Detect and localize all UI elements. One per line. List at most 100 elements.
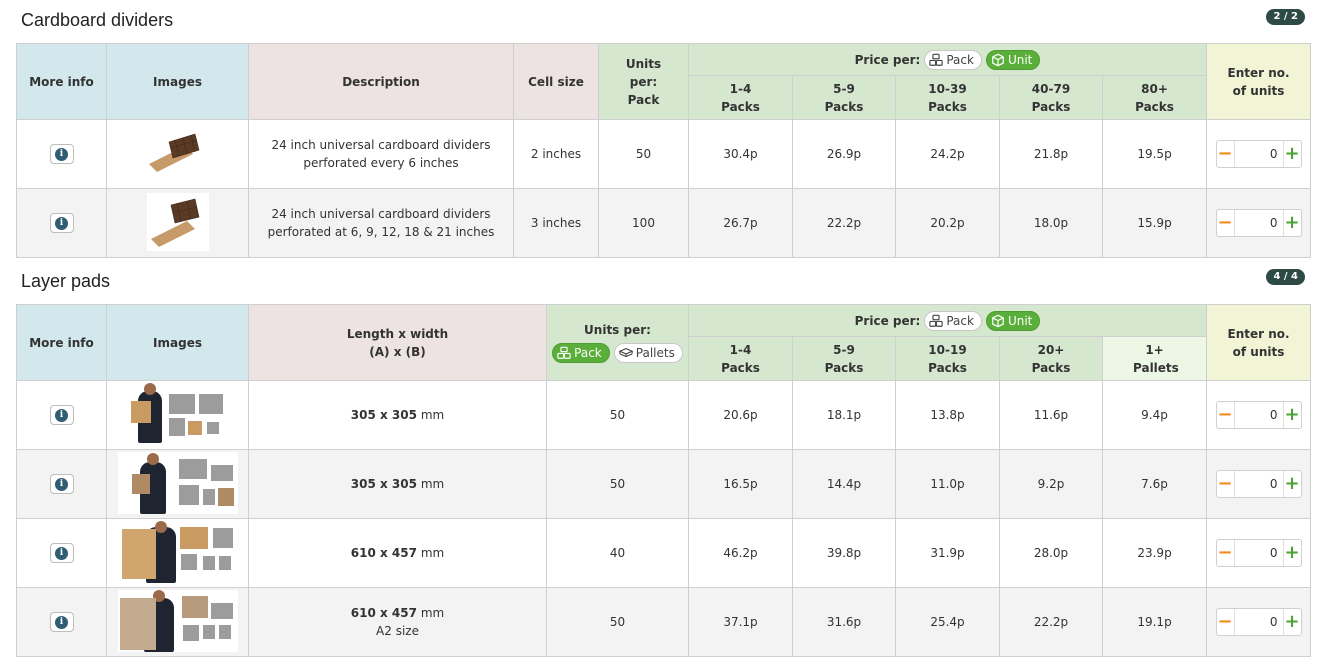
quantity-input[interactable] xyxy=(1234,609,1283,635)
image-cell xyxy=(106,188,249,258)
tier-header: 1+ Pallets xyxy=(1101,336,1208,381)
units-per: 40 xyxy=(546,518,689,588)
plus-icon[interactable]: + xyxy=(1282,540,1301,566)
quantity-input[interactable] xyxy=(1234,141,1283,167)
col-enter-units: Enter no. of units xyxy=(1206,304,1312,381)
description-cell: 24 inch universal cardboard dividers per… xyxy=(248,188,514,258)
table-row: i 24 inch universal cardboard dividers p… xyxy=(16,188,1312,258)
quantity-cell: − + xyxy=(1206,119,1312,189)
table-row: i 305 x 305 mm 50 16.5p 14.4p 11.0p 9.2p xyxy=(16,449,1312,519)
more-info-button[interactable]: i xyxy=(49,474,74,494)
minus-icon[interactable]: − xyxy=(1217,540,1235,566)
minus-icon[interactable]: − xyxy=(1217,210,1235,236)
price-cell: 25.4p xyxy=(895,587,1000,657)
image-cell xyxy=(106,518,249,588)
product-image xyxy=(117,382,238,445)
more-info-cell: i xyxy=(16,587,107,657)
cell-size: 3 inches xyxy=(513,188,599,258)
more-info-button[interactable]: i xyxy=(49,144,74,164)
quantity-cell: − + xyxy=(1206,380,1312,450)
dimensions-cell: 305 x 305 mm xyxy=(248,380,547,450)
price-cell: 14.4p xyxy=(792,449,896,519)
quantity-stepper: − + xyxy=(1215,401,1302,429)
price-cell: 15.9p xyxy=(1101,188,1208,258)
quantity-cell: − + xyxy=(1206,449,1312,519)
minus-icon[interactable]: − xyxy=(1217,402,1235,428)
pallet-icon xyxy=(618,347,633,357)
quantity-input[interactable] xyxy=(1234,210,1283,236)
price-per-label: Price per: xyxy=(854,313,921,328)
section-layer-pads: Layer pads 4 / 4 More info Images Length… xyxy=(0,260,1327,671)
more-info-button[interactable]: i xyxy=(49,543,74,563)
toggle-pack[interactable]: Pack xyxy=(924,49,982,70)
price-cell: 7.6p xyxy=(1101,449,1208,519)
minus-icon[interactable]: − xyxy=(1217,471,1235,497)
dimensions-cell: 610 x 457 mm xyxy=(248,518,547,588)
toggle-unit[interactable]: Unit xyxy=(985,49,1041,70)
quantity-input[interactable] xyxy=(1234,471,1283,497)
info-icon: i xyxy=(55,408,68,422)
quantity-stepper: − + xyxy=(1215,209,1302,237)
price-cell: 46.2p xyxy=(688,518,793,588)
col-images: Images xyxy=(106,304,249,381)
minus-icon[interactable]: − xyxy=(1217,141,1235,167)
quantity-stepper: − + xyxy=(1215,470,1302,498)
toggle-units-pallets[interactable]: Pallets xyxy=(613,342,683,363)
boxes-stack-icon xyxy=(929,53,944,66)
col-units-per: Units per: Pack Pallets xyxy=(546,304,689,381)
units-per-pack: 100 xyxy=(598,188,689,258)
toggle-unit[interactable]: Unit xyxy=(985,310,1041,331)
price-cell: 23.9p xyxy=(1101,518,1208,588)
price-cell: 31.9p xyxy=(895,518,1000,588)
quantity-cell: − + xyxy=(1206,188,1312,258)
tier-header: 5-9 Packs xyxy=(792,75,896,120)
toggle-pack[interactable]: Pack xyxy=(924,310,982,331)
single-box-icon xyxy=(992,53,1004,66)
more-info-button[interactable]: i xyxy=(49,612,74,632)
plus-icon[interactable]: + xyxy=(1282,210,1301,236)
price-cell: 30.4p xyxy=(688,119,793,189)
section-cardboard-dividers: Cardboard dividers 2 / 2 More info Image… xyxy=(0,0,1327,260)
more-info-button[interactable]: i xyxy=(49,213,74,233)
minus-icon[interactable]: − xyxy=(1217,609,1235,635)
price-cell: 20.6p xyxy=(688,380,793,450)
info-icon: i xyxy=(55,477,68,491)
tier-header: 20+ Packs xyxy=(999,336,1103,381)
info-icon: i xyxy=(55,615,68,629)
boxes-stack-icon xyxy=(929,314,944,327)
plus-icon[interactable]: + xyxy=(1282,609,1301,635)
tier-header: 1-4 Packs xyxy=(688,336,793,381)
price-cell: 22.2p xyxy=(999,587,1103,657)
quantity-cell: − + xyxy=(1206,587,1312,657)
toggle-units-pack[interactable]: Pack xyxy=(552,342,610,363)
product-image xyxy=(146,192,209,251)
col-more-info: More info xyxy=(16,304,107,381)
section-title: Layer pads xyxy=(21,271,111,291)
price-cell: 22.2p xyxy=(792,188,896,258)
col-images: Images xyxy=(106,43,249,120)
price-cell: 39.8p xyxy=(792,518,896,588)
price-cell: 21.8p xyxy=(999,119,1103,189)
price-cell: 11.6p xyxy=(999,380,1103,450)
quantity-input[interactable] xyxy=(1234,402,1283,428)
tier-header: 10-19 Packs xyxy=(895,336,1000,381)
product-image xyxy=(117,520,238,583)
plus-icon[interactable]: + xyxy=(1282,141,1301,167)
price-per-label: Price per: xyxy=(854,52,921,67)
plus-icon[interactable]: + xyxy=(1282,402,1301,428)
quantity-input[interactable] xyxy=(1234,540,1283,566)
price-cell: 19.1p xyxy=(1101,587,1208,657)
price-cell: 19.5p xyxy=(1101,119,1208,189)
cell-size: 2 inches xyxy=(513,119,599,189)
table-row: i 610 x 457 mm 40 46.2p 39.8p 31.9p 28.0… xyxy=(16,518,1312,588)
more-info-button[interactable]: i xyxy=(49,405,74,425)
image-cell xyxy=(106,119,249,189)
price-cell: 37.1p xyxy=(688,587,793,657)
more-info-cell: i xyxy=(16,449,107,519)
units-per: 50 xyxy=(546,587,689,657)
table-row: i 24 inch universal cardboard dividers p… xyxy=(16,119,1312,189)
dimensions-cell: 610 x 457 mm A2 size xyxy=(248,587,547,657)
quantity-stepper: − + xyxy=(1215,539,1302,567)
plus-icon[interactable]: + xyxy=(1282,471,1301,497)
col-description: Description xyxy=(248,43,514,120)
